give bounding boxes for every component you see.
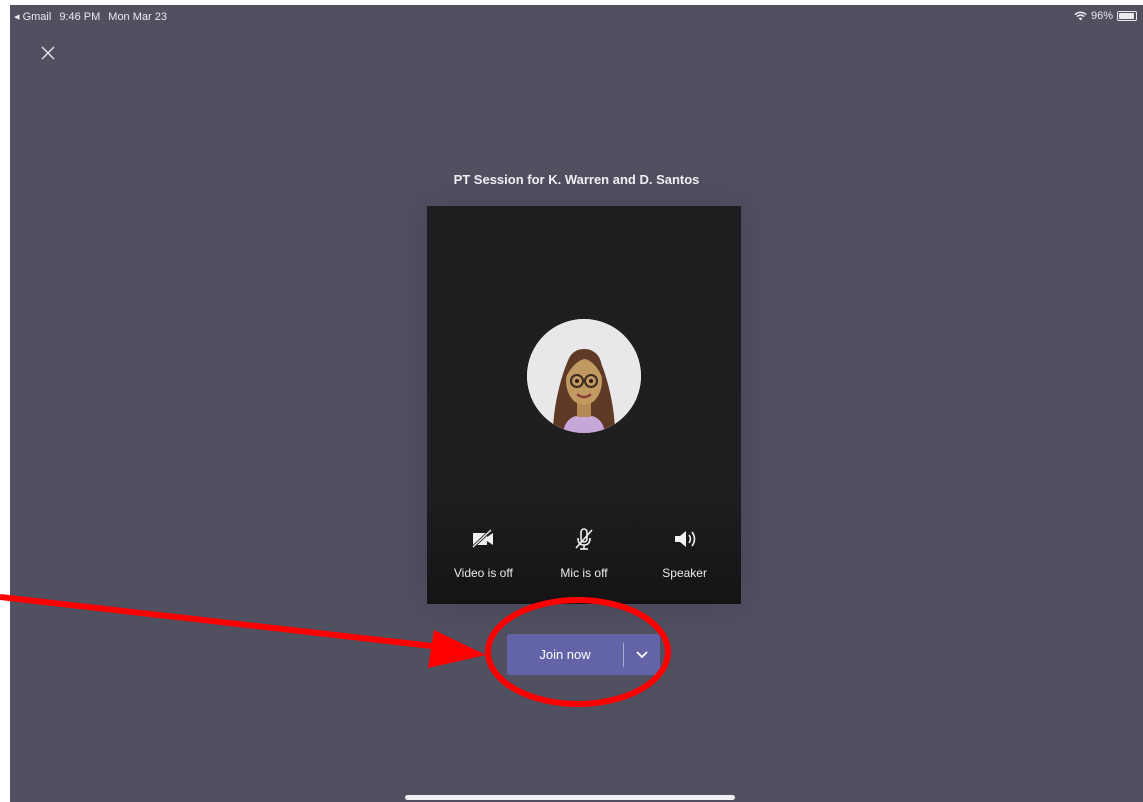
status-right: 96% (1074, 10, 1137, 22)
video-preview: Video is off Mic is off Speaker (427, 206, 741, 604)
meeting-title: PT Session for K. Warren and D. Santos (453, 172, 700, 187)
video-toggle-label: Video is off (453, 566, 513, 580)
status-time: 9:46 PM (59, 10, 101, 23)
teams-prejoin-screen: ◂ Gmail 9:46 PM Mon Mar 23 96% PT Sessio… (10, 5, 1143, 802)
status-bar: ◂ Gmail 9:46 PM Mon Mar 23 96% (10, 5, 1143, 27)
join-now-button[interactable]: Join now (507, 634, 623, 675)
chevron-down-icon (636, 650, 648, 658)
close-button[interactable] (36, 41, 60, 65)
join-options-dropdown[interactable] (624, 634, 660, 675)
device-controls: Video is off Mic is off Speaker (427, 526, 741, 580)
mic-off-icon (573, 526, 595, 552)
avatar (527, 319, 641, 433)
back-to-gmail-link[interactable]: ◂ Gmail (14, 10, 51, 23)
avatar-image (527, 319, 641, 433)
close-icon (41, 46, 55, 60)
home-indicator (405, 795, 735, 800)
video-toggle[interactable]: Video is off (438, 526, 528, 580)
wifi-icon (1074, 11, 1087, 21)
battery-fill (1119, 13, 1135, 19)
mic-toggle[interactable]: Mic is off (539, 526, 629, 580)
speaker-icon (673, 526, 697, 552)
mic-toggle-label: Mic is off (560, 566, 608, 580)
video-off-icon (471, 526, 495, 552)
status-date: Mon Mar 23 (108, 10, 167, 23)
battery-percent: 96% (1090, 10, 1113, 22)
speaker-toggle-label: Speaker (662, 566, 707, 580)
status-left: ◂ Gmail 9:46 PM Mon Mar 23 (14, 10, 167, 24)
speaker-toggle[interactable]: Speaker (640, 526, 730, 580)
join-button-group: Join now (507, 634, 660, 675)
battery-icon (1117, 11, 1137, 21)
